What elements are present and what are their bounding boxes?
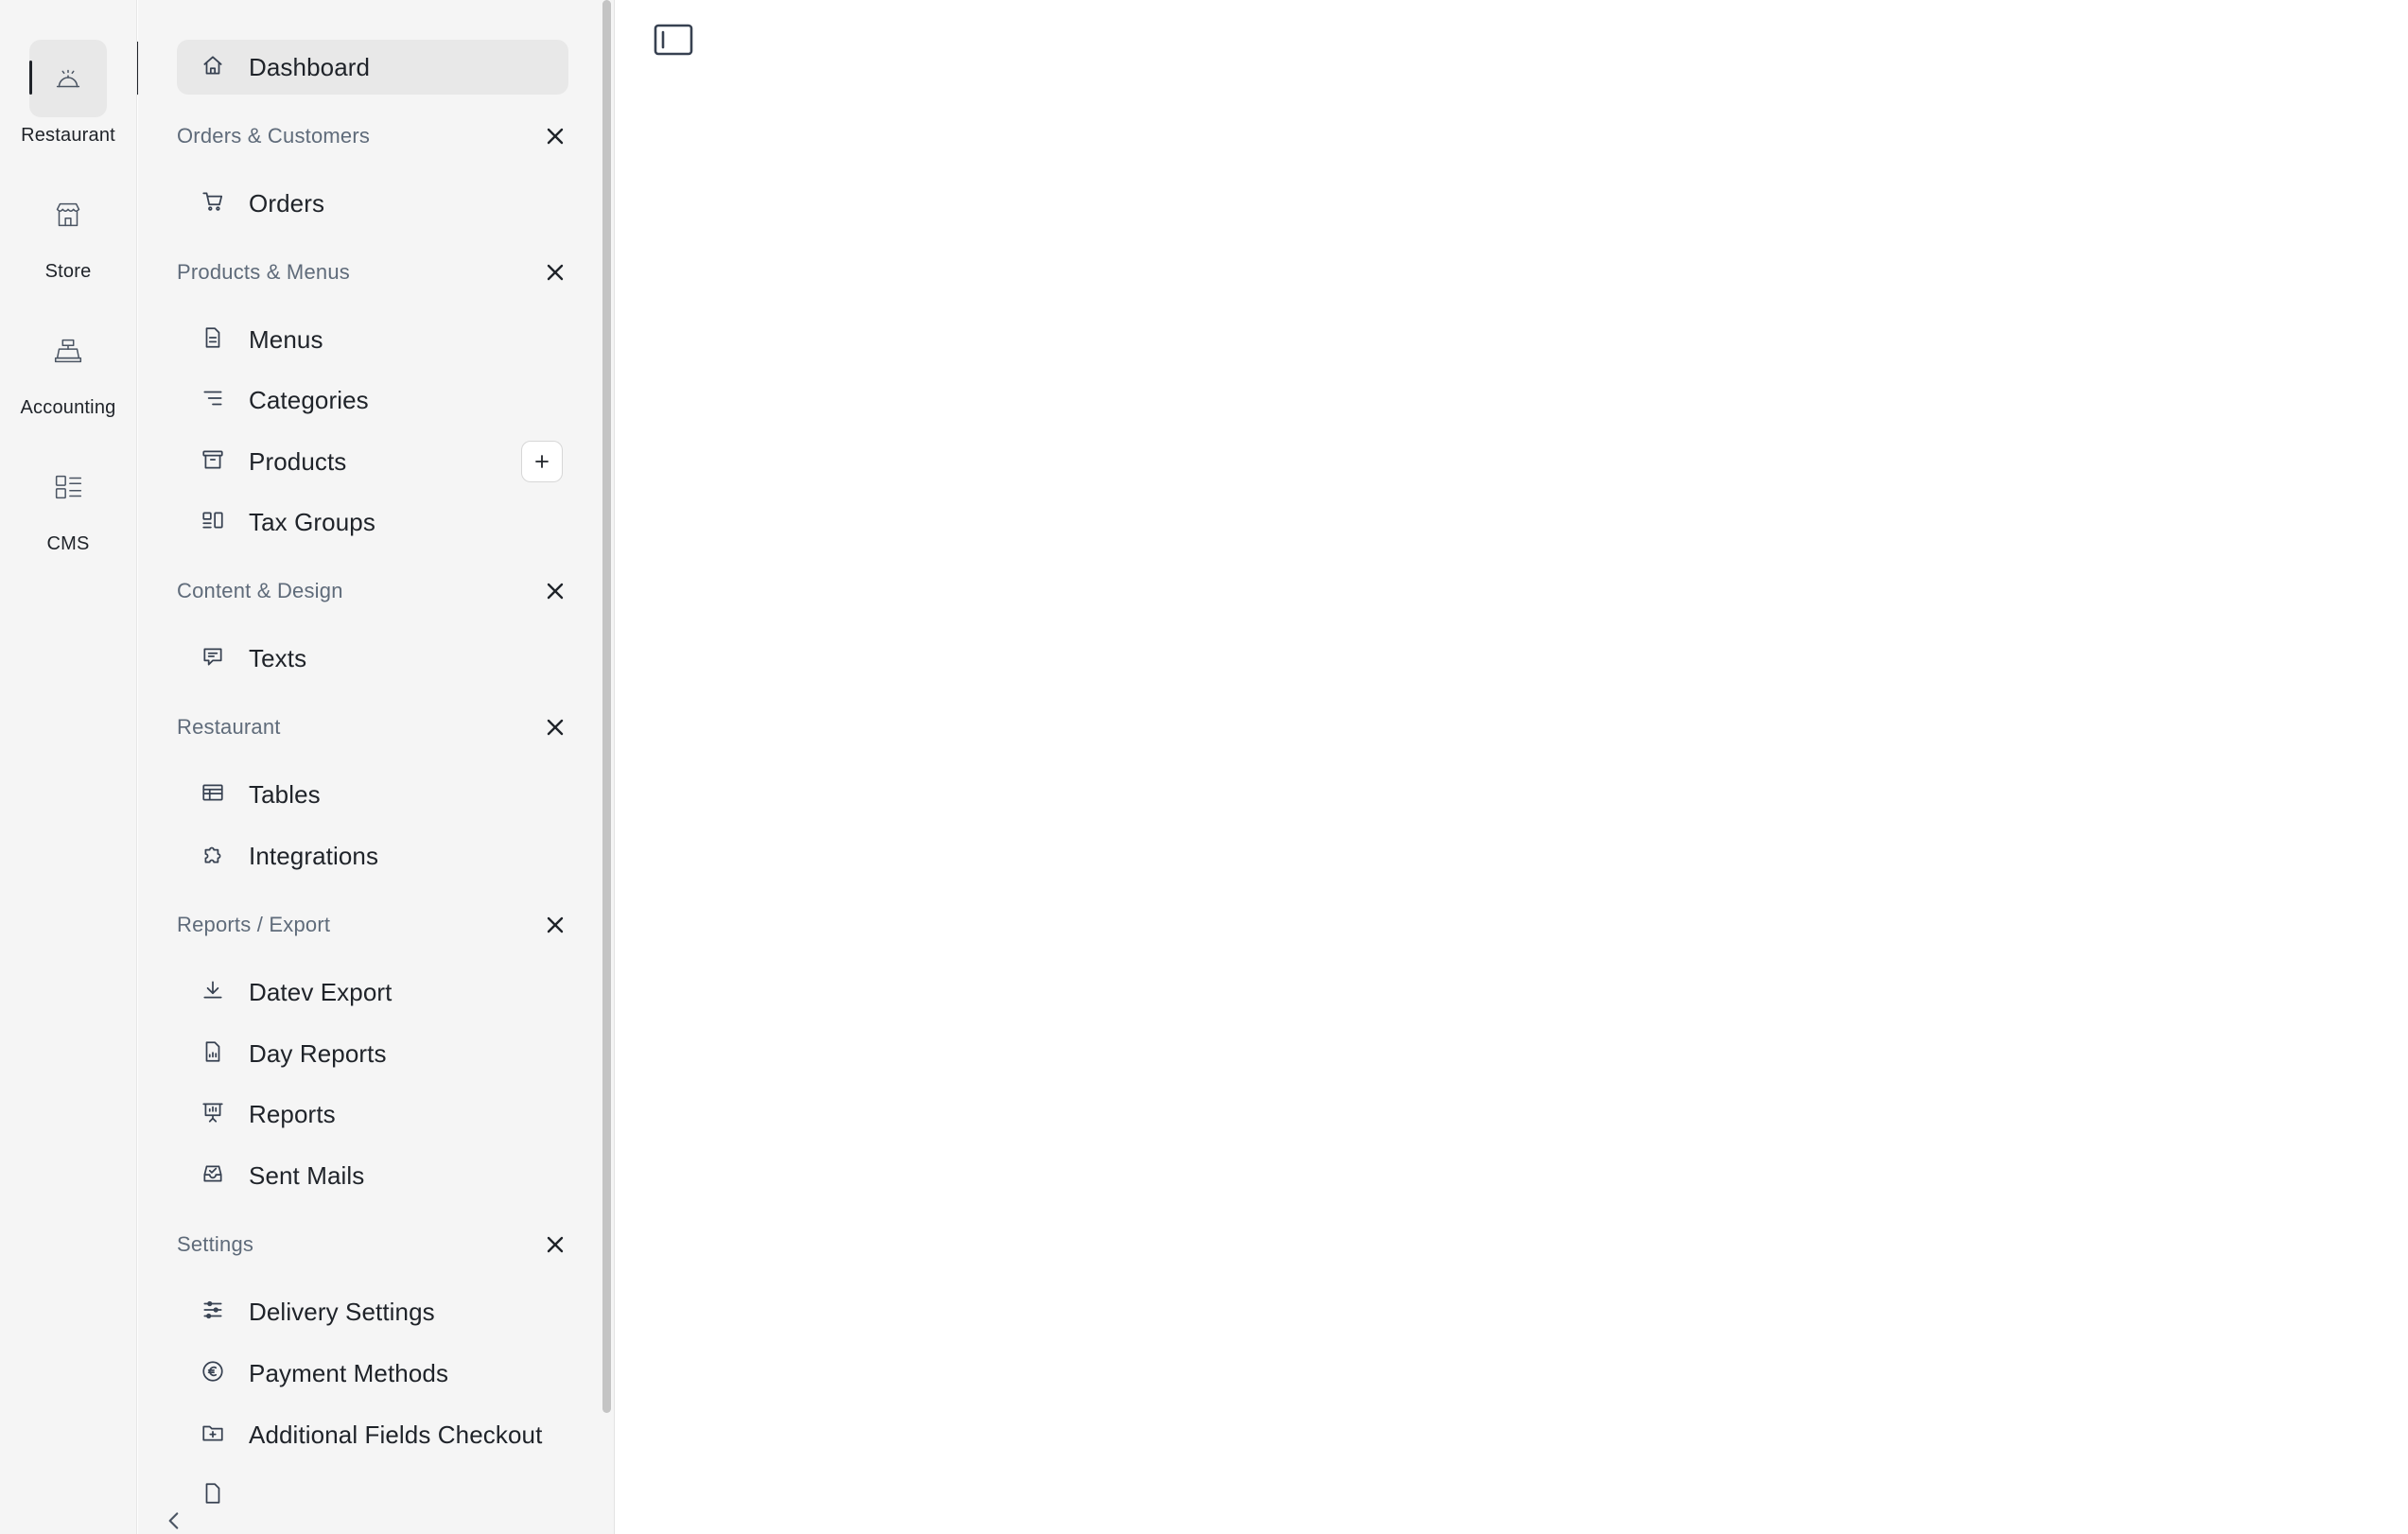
sidebar-item-additional-fields-checkout[interactable]: Additional Fields Checkout bbox=[177, 1407, 568, 1462]
rail-item-accounting[interactable]: Accounting bbox=[0, 312, 136, 429]
sidebar-item-categories[interactable]: Categories bbox=[177, 373, 568, 427]
section-title: Restaurant bbox=[177, 715, 281, 739]
rail-active-indicator bbox=[29, 61, 32, 95]
sidebar-item-products[interactable]: Products bbox=[177, 434, 568, 489]
sidebar-item-label: Dashboard bbox=[249, 52, 371, 81]
sidebar-item-label: Tax Groups bbox=[249, 507, 375, 536]
sidebar-item-dashboard[interactable]: Dashboard bbox=[177, 40, 568, 95]
close-icon[interactable] bbox=[536, 572, 574, 610]
sidebar-toggle-icon bbox=[654, 24, 693, 56]
restaurant-bell-icon bbox=[56, 69, 80, 88]
section-restaurant: Restaurant bbox=[177, 706, 574, 748]
sidebar-item-partial[interactable] bbox=[177, 1468, 568, 1523]
sidebar-item-label: Integrations bbox=[249, 841, 379, 870]
sidebar-item-label: Texts bbox=[249, 643, 307, 672]
puzzle-icon bbox=[200, 841, 226, 867]
speech-bubble-icon bbox=[200, 643, 226, 670]
document-icon bbox=[200, 324, 226, 351]
rail-item-cms[interactable]: CMS bbox=[0, 448, 136, 566]
sidebar-item-label: Sent Mails bbox=[249, 1160, 365, 1190]
sidebar-item-reports[interactable]: Reports bbox=[177, 1087, 568, 1142]
table-icon bbox=[200, 779, 226, 806]
sidebar-item-label: Datev Export bbox=[249, 977, 393, 1006]
cart-icon bbox=[200, 188, 226, 215]
rail-item-store[interactable]: Store bbox=[0, 176, 136, 293]
section-content-design: Content & Design bbox=[177, 570, 574, 612]
rail-label: Restaurant bbox=[21, 125, 115, 146]
sidebar-item-sent-mails[interactable]: Sent Mails bbox=[177, 1148, 568, 1203]
layout-list-icon bbox=[55, 475, 82, 499]
sidebar-item-day-reports[interactable]: Day Reports bbox=[177, 1026, 568, 1081]
report-document-icon bbox=[200, 1038, 226, 1065]
archive-box-icon bbox=[200, 446, 226, 473]
rail-icon-box bbox=[29, 40, 107, 117]
download-icon bbox=[200, 977, 226, 1003]
document-icon bbox=[200, 1480, 226, 1507]
sidebar-item-label: Tables bbox=[249, 779, 321, 809]
sidebar-item-integrations[interactable]: Integrations bbox=[177, 828, 568, 883]
sidebar-scrollbar[interactable] bbox=[600, 0, 614, 1534]
presentation-chart-icon bbox=[200, 1099, 226, 1125]
rail-item-restaurant[interactable]: Restaurant bbox=[0, 40, 136, 157]
add-product-button[interactable] bbox=[521, 441, 563, 482]
sidebar-item-tables[interactable]: Tables bbox=[177, 767, 568, 822]
close-icon[interactable] bbox=[536, 253, 574, 291]
sidebar-nav: Dashboard Orders & Customers Orders Prod… bbox=[138, 0, 615, 1534]
rail-label: Accounting bbox=[20, 397, 116, 418]
sidebar-item-tax-groups[interactable]: Tax Groups bbox=[177, 495, 568, 549]
section-products-menus: Products & Menus bbox=[177, 252, 574, 293]
section-title: Products & Menus bbox=[177, 260, 350, 284]
close-icon[interactable] bbox=[536, 117, 574, 155]
app-rail: Restaurant Store Accounting CMS bbox=[0, 0, 137, 1534]
sidebar-item-label: Products bbox=[249, 446, 347, 476]
euro-icon bbox=[200, 1358, 226, 1385]
section-reports-export: Reports / Export bbox=[177, 904, 574, 946]
main-content bbox=[615, 0, 2408, 1534]
home-icon bbox=[200, 52, 226, 78]
plus-icon bbox=[535, 455, 549, 468]
section-orders-customers: Orders & Customers bbox=[177, 115, 574, 157]
sidebar-item-label: Delivery Settings bbox=[249, 1297, 435, 1326]
rail-label: Store bbox=[44, 261, 92, 282]
close-icon[interactable] bbox=[536, 1226, 574, 1264]
close-icon[interactable] bbox=[536, 906, 574, 944]
sidebar-toggle-button[interactable] bbox=[653, 21, 694, 59]
chevron-left-icon[interactable] bbox=[161, 1508, 187, 1534]
list-lines-icon bbox=[200, 385, 226, 411]
sidebar-item-menus[interactable]: Menus bbox=[177, 312, 568, 367]
rail-icon-box bbox=[29, 448, 107, 526]
sliders-icon bbox=[200, 1297, 226, 1323]
section-title: Reports / Export bbox=[177, 913, 331, 936]
folder-plus-icon bbox=[200, 1420, 226, 1446]
scrollbar-thumb[interactable] bbox=[602, 0, 611, 1413]
sidebar-item-orders[interactable]: Orders bbox=[177, 176, 568, 231]
sidebar-item-label: Orders bbox=[249, 188, 325, 218]
sidebar-item-texts[interactable]: Texts bbox=[177, 631, 568, 686]
sidebar-item-label: Menus bbox=[249, 324, 323, 354]
rail-label: CMS bbox=[46, 533, 90, 554]
close-icon[interactable] bbox=[536, 708, 574, 746]
rail-icon-box bbox=[29, 312, 107, 390]
store-icon bbox=[56, 202, 80, 227]
section-title: Settings bbox=[177, 1232, 254, 1256]
sidebar-item-label: Additional Fields Checkout bbox=[249, 1420, 543, 1449]
sidebar-item-label: Reports bbox=[249, 1099, 336, 1128]
sidebar-item-label: Payment Methods bbox=[249, 1358, 449, 1387]
section-title: Content & Design bbox=[177, 579, 343, 602]
rail-icon-box bbox=[29, 176, 107, 253]
section-settings: Settings bbox=[177, 1224, 574, 1265]
inbox-icon bbox=[200, 1160, 226, 1187]
sidebar-item-label: Day Reports bbox=[249, 1038, 387, 1068]
sidebar-item-delivery-settings[interactable]: Delivery Settings bbox=[177, 1284, 568, 1339]
section-title: Orders & Customers bbox=[177, 124, 371, 148]
cash-register-icon bbox=[54, 339, 82, 363]
sidebar-item-datev-export[interactable]: Datev Export bbox=[177, 965, 568, 1020]
tax-groups-icon bbox=[200, 507, 226, 533]
sidebar-item-label: Categories bbox=[249, 385, 369, 414]
sidebar-item-payment-methods[interactable]: Payment Methods bbox=[177, 1346, 568, 1401]
